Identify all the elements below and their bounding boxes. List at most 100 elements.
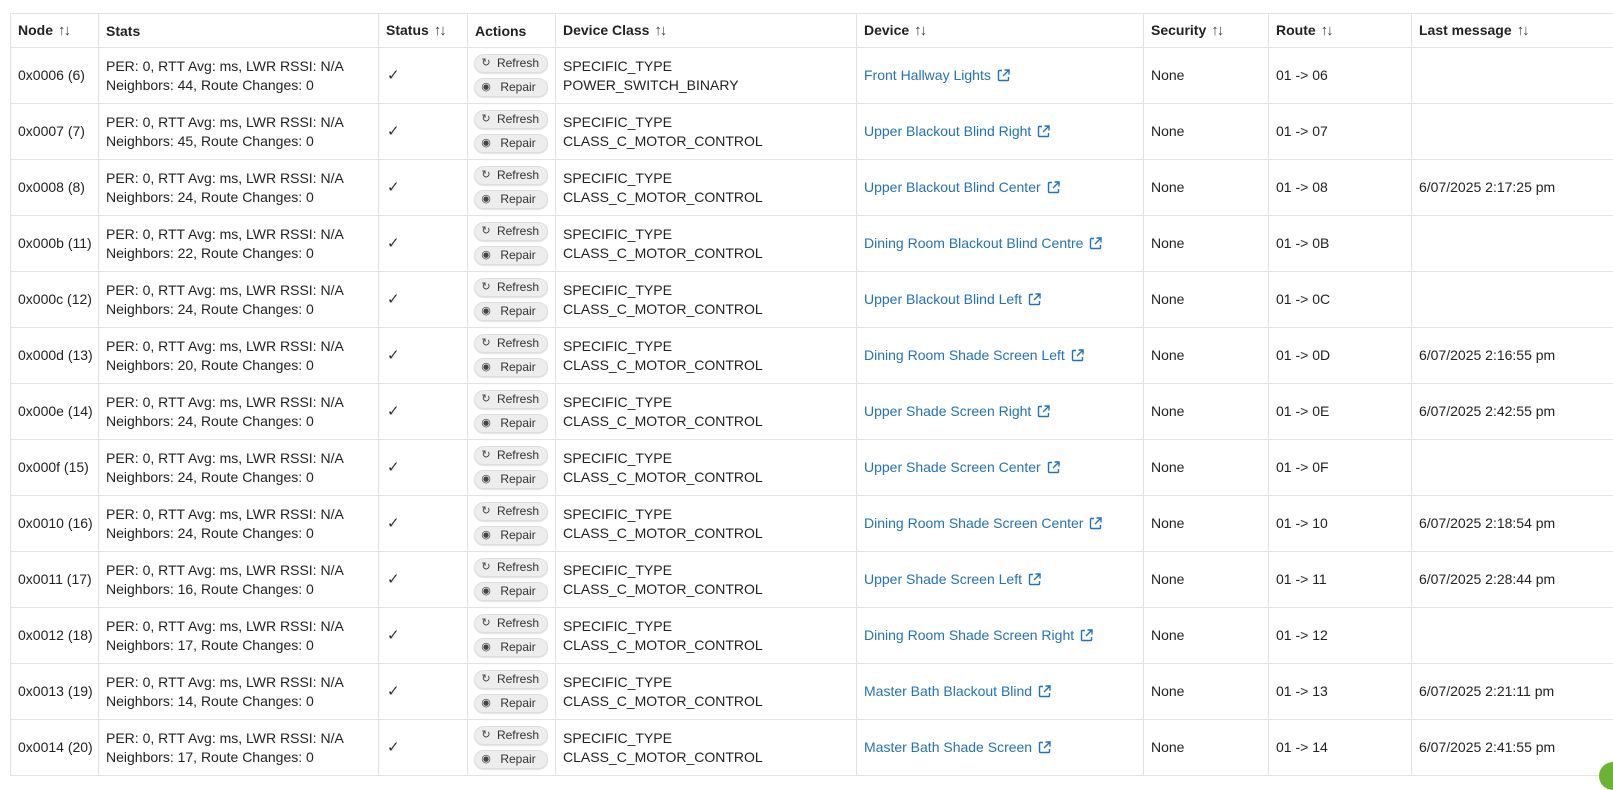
stats-line-2: Neighbors: 24, Route Changes: 0 [106,468,371,487]
stats-cell: PER: 0, RTT Avg: ms, LWR RSSI: N/A Neigh… [99,216,379,272]
sort-icon[interactable]: ↑↓ [654,22,665,39]
stats-line-2: Neighbors: 17, Route Changes: 0 [106,636,371,655]
repair-button[interactable]: ◉ Repair [474,302,548,321]
repair-button[interactable]: ◉ Repair [474,78,548,97]
node-id-cell: 0x0006 (6) [11,48,99,104]
security-cell: None [1144,216,1269,272]
table-row: 0x0006 (6) PER: 0, RTT Avg: ms, LWR RSSI… [11,48,1613,104]
sort-icon[interactable]: ↑↓ [1517,22,1528,39]
device-link[interactable]: Upper Shade Screen Center [864,459,1060,475]
device-class-cell: SPECIFIC_TYPE CLASS_C_MOTOR_CONTROL [556,720,857,776]
stats-line-2: Neighbors: 24, Route Changes: 0 [106,188,371,207]
header-last-message[interactable]: Last message↑↓ [1412,14,1613,48]
device-link[interactable]: Upper Blackout Blind Center [864,179,1060,195]
stats-cell: PER: 0, RTT Avg: ms, LWR RSSI: N/A Neigh… [99,608,379,664]
actions-cell: ↻ Refresh ◉ Repair [468,48,556,104]
refresh-icon: ↻ [475,390,497,409]
refresh-icon: ↻ [475,726,497,745]
device-link[interactable]: Upper Shade Screen Left [864,571,1041,587]
sort-icon[interactable]: ↑↓ [1211,22,1222,39]
stats-cell: PER: 0, RTT Avg: ms, LWR RSSI: N/A Neigh… [99,160,379,216]
refresh-icon: ↻ [475,670,497,689]
refresh-button[interactable]: ↻ Refresh [474,446,548,465]
last-message-cell [1412,272,1613,328]
last-message-cell: 6/07/2025 2:42:55 pm [1412,384,1613,440]
table-row: 0x000f (15) PER: 0, RTT Avg: ms, LWR RSS… [11,440,1613,496]
repair-button[interactable]: ◉ Repair [474,526,548,545]
table-row: 0x0010 (16) PER: 0, RTT Avg: ms, LWR RSS… [11,496,1613,552]
refresh-button[interactable]: ↻ Refresh [474,334,548,353]
check-icon: ✓ [387,179,400,196]
external-link-icon [1038,685,1051,698]
refresh-button[interactable]: ↻ Refresh [474,54,548,73]
refresh-button-label: Refresh [497,278,547,297]
status-cell: ✓ [379,608,468,664]
table-row: 0x000c (12) PER: 0, RTT Avg: ms, LWR RSS… [11,272,1613,328]
device-link[interactable]: Master Bath Shade Screen [864,739,1051,755]
external-link-icon [1028,293,1041,306]
device-link[interactable]: Dining Room Shade Screen Center [864,515,1102,531]
status-cell: ✓ [379,720,468,776]
check-icon: ✓ [387,739,400,756]
actions-cell: ↻ Refresh ◉ Repair [468,272,556,328]
external-link-icon [997,69,1010,82]
refresh-icon: ↻ [475,614,497,633]
refresh-icon: ↻ [475,446,497,465]
header-security[interactable]: Security↑↓ [1144,14,1269,48]
device-link[interactable]: Upper Shade Screen Right [864,403,1050,419]
repair-button[interactable]: ◉ Repair [474,470,548,489]
repair-button[interactable]: ◉ Repair [474,694,548,713]
refresh-button[interactable]: ↻ Refresh [474,110,548,129]
device-cell: Front Hallway Lights [857,48,1144,104]
device-link[interactable]: Dining Room Shade Screen Left [864,347,1084,363]
status-cell: ✓ [379,48,468,104]
device-link[interactable]: Dining Room Blackout Blind Centre [864,235,1102,251]
refresh-button[interactable]: ↻ Refresh [474,390,548,409]
repair-button[interactable]: ◉ Repair [474,190,548,209]
status-cell: ✓ [379,216,468,272]
refresh-button[interactable]: ↻ Refresh [474,502,548,521]
repair-button[interactable]: ◉ Repair [474,582,548,601]
repair-button[interactable]: ◉ Repair [474,358,548,377]
sort-icon[interactable]: ↑↓ [1321,22,1332,39]
node-id-cell: 0x000d (13) [11,328,99,384]
stats-line-1: PER: 0, RTT Avg: ms, LWR RSSI: N/A [106,393,371,412]
device-link[interactable]: Dining Room Shade Screen Right [864,627,1093,643]
sort-icon[interactable]: ↑↓ [914,22,925,39]
header-node[interactable]: Node↑↓ [11,14,99,48]
device-link[interactable]: Upper Blackout Blind Left [864,291,1041,307]
refresh-icon: ↻ [475,278,497,297]
refresh-button[interactable]: ↻ Refresh [474,670,548,689]
refresh-button[interactable]: ↻ Refresh [474,558,548,577]
repair-button[interactable]: ◉ Repair [474,750,548,769]
header-route[interactable]: Route↑↓ [1269,14,1412,48]
table-row: 0x000e (14) PER: 0, RTT Avg: ms, LWR RSS… [11,384,1613,440]
header-device[interactable]: Device↑↓ [857,14,1144,48]
refresh-button[interactable]: ↻ Refresh [474,614,548,633]
status-cell: ✓ [379,272,468,328]
node-id-cell: 0x0013 (19) [11,664,99,720]
refresh-button[interactable]: ↻ Refresh [474,278,548,297]
refresh-button-label: Refresh [497,558,547,577]
repair-button[interactable]: ◉ Repair [474,414,548,433]
device-link[interactable]: Upper Blackout Blind Right [864,123,1050,139]
refresh-button[interactable]: ↻ Refresh [474,222,548,241]
route-cell: 01 -> 08 [1269,160,1412,216]
refresh-button[interactable]: ↻ Refresh [474,726,548,745]
sort-icon[interactable]: ↑↓ [434,22,445,39]
header-status[interactable]: Status↑↓ [379,14,468,48]
repair-button[interactable]: ◉ Repair [474,134,548,153]
zwave-nodes-table: Node↑↓ Stats Status↑↓ Actions Device Cla… [10,13,1613,776]
device-link[interactable]: Front Hallway Lights [864,67,1010,83]
repair-button[interactable]: ◉ Repair [474,638,548,657]
sort-icon[interactable]: ↑↓ [58,22,69,39]
route-cell: 01 -> 0C [1269,272,1412,328]
repair-button[interactable]: ◉ Repair [474,246,548,265]
refresh-button[interactable]: ↻ Refresh [474,166,548,185]
device-link[interactable]: Master Bath Blackout Blind [864,683,1051,699]
device-class-cell: SPECIFIC_TYPE CLASS_C_MOTOR_CONTROL [556,104,857,160]
check-icon: ✓ [387,459,400,476]
header-device-class[interactable]: Device Class↑↓ [556,14,857,48]
refresh-icon: ↻ [475,110,497,129]
node-id-cell: 0x0012 (18) [11,608,99,664]
